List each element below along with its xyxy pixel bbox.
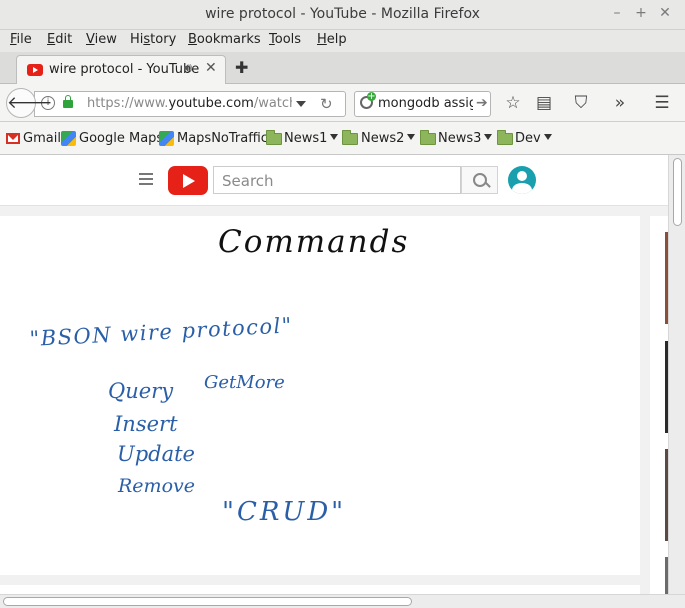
vertical-scrollbar-thumb[interactable] [673,158,682,226]
whiteboard-op-insert: Insert [113,412,178,436]
folder-icon [342,130,358,145]
horizontal-scrollbar[interactable] [0,594,685,608]
maps-icon [159,131,174,146]
video-player[interactable]: Commands "BSON wire protocol" Query GetM… [0,216,640,575]
search-engine-icon[interactable] [360,92,376,109]
chevron-down-icon [484,134,493,140]
search-icon[interactable] [461,166,498,194]
menu-view[interactable]: View [86,32,117,47]
bookmark-mapsnotraffic[interactable]: MapsNoTraffic [177,131,268,146]
youtube-favicon-icon [27,64,43,76]
search-go-icon[interactable]: ➔ [476,95,488,111]
back-button[interactable]: 🡐 [6,88,53,118]
page-content: Search Commands "BSON wire protocol" Que… [0,155,668,594]
reload-icon[interactable]: ↻ [320,95,333,113]
close-window-button[interactable]: ✕ [657,5,673,21]
bookmark-folder-dev[interactable]: Dev [515,131,552,146]
youtube-masthead: Search [0,155,668,206]
search-bar[interactable]: mongodb assign ➔ [354,91,491,117]
menu-file[interactable]: File [10,32,32,47]
whiteboard-op-update: Update [117,442,195,466]
title-bar: wire protocol - YouTube - Mozilla Firefo… [0,0,685,30]
bookmark-folder-news3[interactable]: News3 [438,131,493,146]
youtube-logo[interactable] [168,166,208,195]
horizontal-scrollbar-thumb[interactable] [3,597,412,606]
hamburger-menu-icon[interactable]: ☰ [652,93,672,113]
menu-bookmarks[interactable]: Bookmarks [188,32,261,47]
whiteboard-title: Commands [218,224,409,260]
pocket-icon[interactable]: ⛉ [571,93,591,113]
tab-youtube[interactable]: wire protocol - YouTube 🔊︎ ✕ [16,55,226,84]
gmail-icon [6,133,20,144]
whiteboard-frame: Commands "BSON wire protocol" Query GetM… [29,224,409,527]
chevron-down-icon [407,134,416,140]
whiteboard-crud: "CRUD" [222,497,346,527]
menu-help[interactable]: Help [317,32,347,47]
minimize-button[interactable]: – [609,5,625,21]
bookmark-gmail[interactable]: Gmail [23,131,61,146]
menu-edit[interactable]: Edit [47,32,72,47]
bookmark-google-maps[interactable]: Google Maps [79,131,163,146]
new-tab-button[interactable]: ✚ [235,58,248,77]
folder-icon [497,130,513,145]
maximize-button[interactable]: + [633,5,649,21]
menu-tools[interactable]: Tools [269,32,301,47]
chevron-down-icon [330,134,339,140]
tab-strip: wire protocol - YouTube 🔊︎ ✕ ✚ [0,52,685,84]
folder-icon [420,130,436,145]
youtube-search-input[interactable]: Search [213,166,461,194]
tab-label: wire protocol - YouTube [49,62,200,77]
menu-history[interactable]: History [130,32,176,47]
guide-menu-icon[interactable] [139,173,153,185]
related-videos-sidebar [650,216,668,594]
whiteboard-quote: "BSON wire protocol" [29,313,293,351]
speaker-icon[interactable]: 🔊︎ [184,61,192,76]
vertical-scrollbar[interactable] [668,155,685,594]
menu-bar: File Edit View History Bookmarks Tools H… [0,30,685,52]
lock-icon [63,95,73,108]
bookmarks-toolbar: Gmail Google Maps MapsNoTraffic News1 Ne… [0,122,685,155]
avatar[interactable] [508,166,536,194]
bookmark-star-icon[interactable]: ☆ [503,93,523,113]
overflow-menu-icon[interactable]: » [610,93,630,113]
whiteboard-op-remove: Remove [117,475,195,497]
window-title: wire protocol - YouTube - Mozilla Firefo… [205,6,480,22]
chevron-down-icon [543,134,552,140]
url-bar[interactable]: i https://www.youtube.com/watch?v=L ↻ [34,91,346,117]
folder-icon [266,130,282,145]
reading-list-icon[interactable]: ▤ [534,93,554,113]
close-tab-icon[interactable]: ✕ [205,60,217,76]
youtube-search-placeholder: Search [222,172,274,190]
navigation-toolbar: i https://www.youtube.com/watch?v=L ↻ 🡐 … [0,84,685,122]
whiteboard-op-getmore: GetMore [204,372,285,393]
maps-icon [61,131,76,146]
bookmark-folder-news1[interactable]: News1 [284,131,339,146]
video-info-panel [0,585,640,594]
bookmark-folder-news2[interactable]: News2 [361,131,416,146]
whiteboard-op-query: Query [108,379,174,403]
url-history-dropdown-icon[interactable] [296,101,306,107]
url-text[interactable]: https://www.youtube.com/watch?v=L [87,96,292,111]
search-input[interactable]: mongodb assign [378,96,473,111]
